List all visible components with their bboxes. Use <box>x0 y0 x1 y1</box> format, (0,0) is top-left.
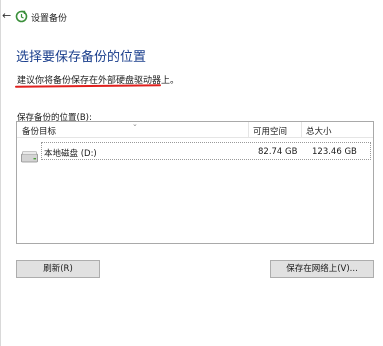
column-separator[interactable] <box>301 122 302 138</box>
drive-free-space: 82.74 GB <box>258 147 298 157</box>
column-header-destination[interactable]: 备份目标 <box>22 125 56 137</box>
drive-name: 本地磁盘 (D:) <box>44 149 97 159</box>
hard-drive-icon <box>21 151 38 163</box>
refresh-button[interactable]: 刷新(R) <box>16 260 100 278</box>
table-row[interactable]: 本地磁盘 (D:) 82.74 GB 123.46 GB <box>41 142 371 160</box>
page-title: 选择要保存备份的位置 <box>16 50 147 65</box>
backup-destination-list[interactable]: ⌄ 备份目标 可用空间 总大小 本地磁盘 (D:) 82.74 GB 123.4… <box>16 120 374 244</box>
window-title: 设置备份 <box>31 14 68 24</box>
drive-total-size: 123.46 GB <box>312 147 357 157</box>
sort-caret-icon: ⌄ <box>132 120 138 128</box>
save-on-network-button[interactable]: 保存在网络上(V)... <box>270 260 374 278</box>
column-header-free-space[interactable]: 可用空间 <box>253 125 287 137</box>
column-separator[interactable] <box>248 122 249 138</box>
list-header: ⌄ 备份目标 可用空间 总大小 <box>17 120 373 138</box>
column-header-total-size[interactable]: 总大小 <box>306 125 332 137</box>
red-annotation-underline <box>14 84 162 88</box>
backup-app-icon <box>15 10 28 23</box>
title-bar: ← 设置备份 <box>0 8 383 28</box>
back-arrow-icon[interactable]: ← <box>2 9 11 22</box>
window-left-border <box>0 0 1 346</box>
